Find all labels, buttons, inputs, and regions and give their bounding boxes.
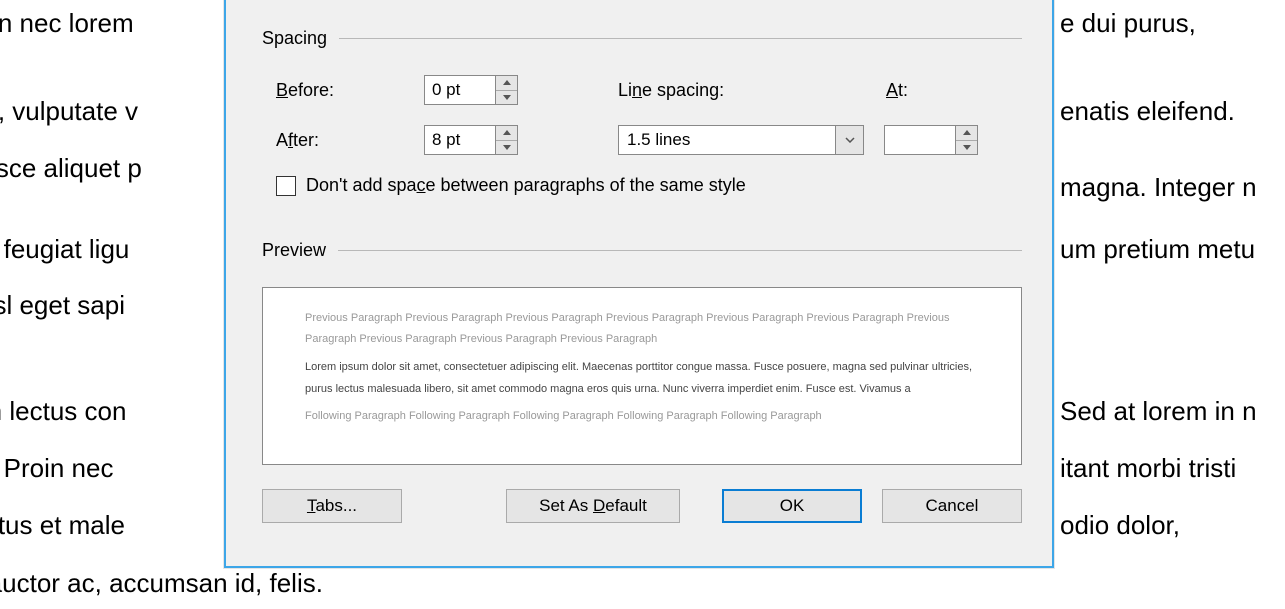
line-spacing-dropdown-button[interactable] (836, 125, 864, 155)
before-input[interactable] (424, 75, 496, 105)
at-input[interactable] (884, 125, 956, 155)
chevron-up-icon (963, 130, 971, 135)
document-text-line: itant morbi tristi (1060, 443, 1236, 494)
spacing-row-1: Before: Line spacing: At: (262, 75, 1022, 105)
document-text-line: est in lectus con (0, 386, 126, 437)
preview-following-text: Following Paragraph Following Paragraph … (305, 406, 979, 427)
document-text-line: ique. Proin nec (0, 443, 113, 494)
after-input[interactable] (424, 125, 496, 155)
tabs-button[interactable]: Tabs... (262, 489, 402, 523)
document-text-line: enean nec lorem (0, 0, 134, 49)
chevron-up-icon (503, 80, 511, 85)
chevron-down-icon (845, 137, 855, 143)
preview-sample-text: Lorem ipsum dolor sit amet, consectetuer… (305, 356, 979, 400)
preview-box: Previous Paragraph Previous Paragraph Pr… (262, 287, 1022, 465)
same-style-checkbox-label: Don't add space between paragraphs of th… (306, 175, 746, 196)
spacing-label: Spacing (262, 28, 327, 49)
line-spacing-input[interactable] (618, 125, 836, 155)
after-down-button[interactable] (496, 141, 517, 155)
chevron-up-icon (503, 130, 511, 135)
document-text-line: y. Fusce aliquet p (0, 143, 142, 194)
at-spinner-buttons (956, 125, 978, 155)
document-text-line: andit feugiat ligu (0, 224, 129, 275)
after-spinner[interactable] (424, 125, 518, 155)
preview-group-header: Preview (262, 240, 1022, 261)
document-text-line: ue at, vulputate v (0, 86, 138, 137)
document-text-line: odio dolor, (1060, 500, 1180, 551)
spacing-group-header: Spacing (262, 28, 1022, 49)
document-text-line: lla nisl eget sapi (0, 280, 125, 331)
chevron-down-icon (503, 95, 511, 100)
after-label: After: (276, 130, 424, 151)
at-up-button[interactable] (956, 126, 977, 141)
before-label: Before: (276, 80, 424, 101)
chevron-down-icon (503, 145, 511, 150)
after-up-button[interactable] (496, 126, 517, 141)
document-text-line: Sed at lorem in n (1060, 386, 1257, 437)
dialog-button-row: Tabs... Set As Default OK Cancel (262, 489, 1022, 523)
preview-previous-text: Previous Paragraph Previous Paragraph Pr… (305, 308, 979, 350)
document-text-line: magna. Integer n (1060, 162, 1257, 213)
after-spinner-buttons (496, 125, 518, 155)
at-down-button[interactable] (956, 141, 977, 155)
set-as-default-button[interactable]: Set As Default (506, 489, 680, 523)
document-text-line: enatis eleifend. (1060, 86, 1235, 137)
at-label: At: (886, 80, 908, 101)
ok-button[interactable]: OK (722, 489, 862, 523)
before-spinner[interactable] (424, 75, 518, 105)
document-text-line: et netus et male (0, 500, 125, 551)
preview-label: Preview (262, 240, 326, 261)
document-text-line: e dui purus, (1060, 0, 1196, 49)
cancel-button[interactable]: Cancel (882, 489, 1022, 523)
document-text-line: um pretium metu (1060, 224, 1255, 275)
divider (339, 38, 1022, 39)
line-spacing-label: Line spacing: (618, 80, 886, 101)
before-up-button[interactable] (496, 76, 517, 91)
same-style-checkbox-row: Don't add space between paragraphs of th… (262, 175, 1022, 196)
before-spinner-buttons (496, 75, 518, 105)
chevron-down-icon (963, 145, 971, 150)
paragraph-dialog: Spacing Before: Line spacing: At: After: (224, 0, 1054, 568)
spacing-row-2: After: (262, 125, 1022, 155)
before-down-button[interactable] (496, 91, 517, 105)
at-spinner[interactable] (884, 125, 978, 155)
line-spacing-combo[interactable] (618, 125, 864, 155)
divider (338, 250, 1022, 251)
same-style-checkbox[interactable] (276, 176, 296, 196)
